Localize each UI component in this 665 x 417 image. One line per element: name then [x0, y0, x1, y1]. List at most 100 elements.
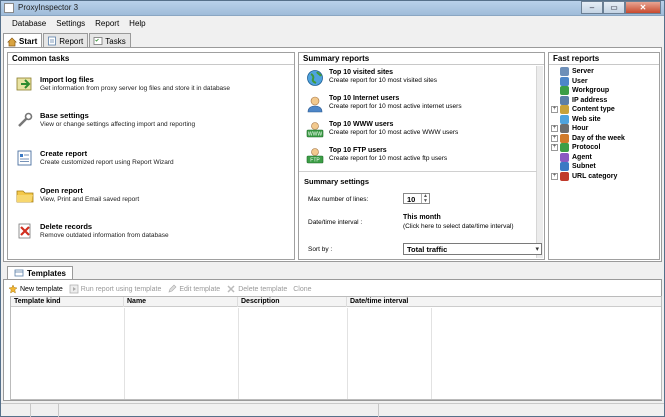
fast-report-item[interactable]: + URL category — [551, 171, 657, 182]
grid-body[interactable] — [11, 308, 661, 399]
fast-report-item[interactable]: Agent — [551, 152, 657, 163]
clone-template-button[interactable]: Clone — [293, 286, 311, 293]
fast-report-label: User — [572, 77, 588, 85]
sort-by-select[interactable]: Total traffic ▾ — [403, 243, 542, 255]
task-description: Get information from proxy server log fi… — [40, 85, 231, 92]
title-bar[interactable]: ProxyInspector 3 – ▭ ✕ — [1, 1, 664, 16]
menu-settings[interactable]: Settings — [51, 16, 90, 31]
expand-plus-icon[interactable]: + — [551, 134, 558, 142]
templates-panel: New template Run report using template E… — [3, 279, 662, 401]
tab-tasks-label: Tasks — [105, 36, 126, 46]
fast-report-label: Server — [572, 68, 594, 76]
svg-text:FTP: FTP — [310, 158, 320, 164]
menu-help[interactable]: Help — [124, 16, 150, 31]
max-lines-spinner[interactable]: 10 ▲ ▼ — [403, 193, 430, 204]
status-cell — [379, 404, 664, 417]
sort-by-label: Sort by : — [308, 246, 333, 253]
workgroup-icon — [560, 86, 569, 96]
menu-report[interactable]: Report — [90, 16, 124, 31]
url-category-icon — [560, 171, 569, 181]
fast-report-item[interactable]: + Content type — [551, 105, 657, 115]
expand-plus-icon[interactable]: + — [551, 125, 558, 133]
report-description: Create report for 10 most visited sites — [329, 77, 438, 84]
fast-report-label: URL category — [572, 172, 618, 180]
status-cell — [59, 404, 379, 417]
fast-report-label: Hour — [572, 125, 589, 133]
delete-icon — [227, 285, 235, 293]
sort-by-value: Total traffic — [407, 245, 448, 254]
run-template-label: Run report using template — [80, 285, 162, 293]
tab-report[interactable]: Report — [43, 33, 89, 47]
main-window: ProxyInspector 3 – ▭ ✕ Database Settings… — [0, 0, 665, 417]
task-create-report[interactable]: Create report Create customized report u… — [16, 149, 174, 167]
server-icon — [560, 67, 569, 77]
report-top-visited-sites[interactable]: Top 10 visited sites Create report for 1… — [305, 69, 437, 87]
summary-scrollbar[interactable] — [536, 66, 543, 258]
interval-hint-link[interactable]: (Click here to select date/time interval… — [403, 223, 514, 230]
task-description: Remove outdated information from databas… — [40, 232, 169, 239]
summary-reports-title: Summary reports — [299, 53, 544, 65]
tab-templates[interactable]: Templates — [7, 266, 73, 279]
fast-report-item[interactable]: Workgroup — [551, 86, 657, 96]
task-base-settings[interactable]: Base settings View or change settings af… — [16, 111, 195, 129]
summary-settings-divider — [299, 171, 537, 172]
tab-start[interactable]: Start — [3, 33, 43, 48]
www-icon: WWW — [306, 122, 324, 138]
fast-report-item[interactable]: User — [551, 76, 657, 87]
status-cell — [31, 404, 59, 417]
chevron-down-icon: ▾ — [535, 246, 539, 253]
interval-value[interactable]: This month — [403, 214, 441, 221]
fast-report-item[interactable]: + Day of the week — [551, 133, 657, 144]
ip-icon — [560, 95, 569, 105]
tab-start-label: Start — [19, 37, 38, 46]
window-title: ProxyInspector 3 — [18, 3, 79, 12]
fast-report-item[interactable]: IP address — [551, 95, 657, 106]
task-open-report[interactable]: Open report View, Print and Email saved … — [16, 186, 139, 204]
task-delete-records[interactable]: Delete records Remove outdated informati… — [16, 222, 169, 240]
fast-report-item[interactable]: + Hour — [551, 124, 657, 134]
expand-plus-icon[interactable]: + — [551, 172, 558, 180]
fast-report-item[interactable]: + Protocol — [551, 143, 657, 153]
fast-report-item[interactable]: Subnet — [551, 162, 657, 172]
menu-database[interactable]: Database — [7, 16, 51, 31]
column-date-time-interval[interactable]: Date/time interval — [347, 297, 647, 307]
report-title: Top 10 FTP users — [329, 147, 387, 154]
run-template-button[interactable]: Run report using template — [69, 284, 162, 294]
close-button[interactable]: ✕ — [625, 1, 661, 14]
fast-report-item[interactable]: Web site — [551, 114, 657, 125]
ftp-icon: FTP — [306, 148, 324, 164]
report-icon — [48, 36, 57, 46]
common-tasks-title: Common tasks — [8, 53, 294, 65]
expand-plus-icon[interactable]: + — [551, 144, 558, 152]
common-tasks-panel: Common tasks Import log files Get inform… — [7, 52, 295, 260]
task-title: Create report — [40, 149, 88, 158]
menu-bar: Database Settings Report Help — [1, 16, 664, 31]
new-template-label: New template — [20, 285, 63, 293]
task-import-log-files[interactable]: Import log files Get information from pr… — [16, 75, 230, 93]
new-template-button[interactable]: New template — [8, 284, 63, 294]
column-template-kind[interactable]: Template kind — [11, 297, 124, 307]
fast-reports-tree: Server User Workgroup IP address + Content ty… — [551, 67, 657, 181]
report-top-www-users[interactable]: WWW Top 10 WWW users Create report for 1… — [305, 121, 458, 139]
column-description[interactable]: Description — [238, 297, 347, 307]
tab-tasks[interactable]: Tasks — [89, 33, 131, 47]
tab-report-label: Report — [59, 36, 84, 46]
edit-template-button[interactable]: Edit template — [167, 284, 220, 294]
grid-column-line — [431, 308, 432, 399]
templates-icon — [14, 269, 24, 277]
fast-report-label: Workgroup — [572, 87, 610, 95]
minimize-button[interactable]: – — [581, 1, 603, 14]
max-lines-value: 10 — [407, 195, 416, 204]
expand-plus-icon[interactable]: + — [551, 106, 558, 114]
fast-report-item[interactable]: Server — [551, 67, 657, 77]
report-top-internet-users[interactable]: Top 10 Internet users Create report for … — [305, 95, 462, 113]
maximize-button[interactable]: ▭ — [603, 1, 625, 14]
spinner-arrows-icon[interactable]: ▲ ▼ — [421, 194, 429, 203]
column-name[interactable]: Name — [124, 297, 238, 307]
delete-template-button[interactable]: Delete template — [226, 284, 287, 294]
fast-reports-title: Fast reports — [549, 53, 659, 65]
report-description: Create report for 10 most active WWW use… — [329, 129, 459, 136]
report-top-ftp-users[interactable]: FTP Top 10 FTP users Create report for 1… — [305, 147, 447, 165]
website-icon — [560, 114, 569, 124]
